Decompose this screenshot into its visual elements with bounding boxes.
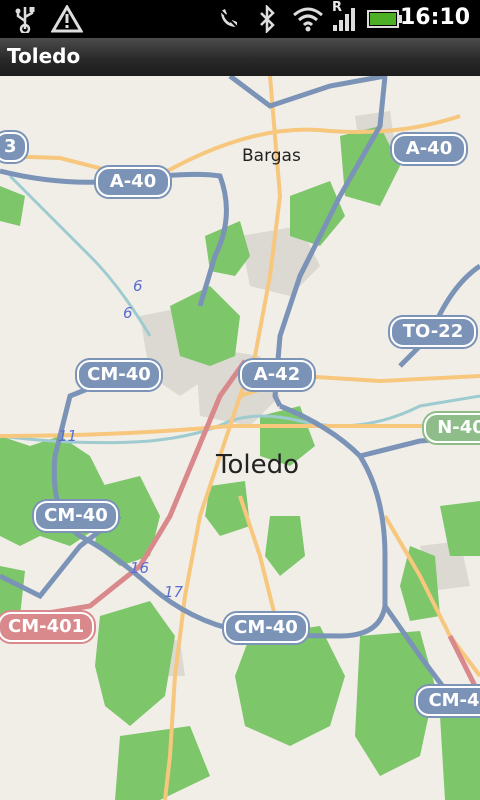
roaming-label: R — [332, 0, 343, 15]
map-view[interactable]: Bargas Toledo 3 A-40 A-40 TO-22 CM-40 A-… — [0, 76, 480, 800]
usb-icon — [10, 4, 40, 34]
page-title: Toledo — [7, 44, 81, 68]
road-shield-cm4: CM-4 — [416, 686, 480, 716]
road-shield-a42: A-42 — [240, 360, 314, 390]
clock: 16:10 — [399, 5, 470, 30]
battery-icon — [366, 4, 404, 34]
title-bar: Toledo — [0, 38, 480, 76]
road-number: 11 — [58, 427, 78, 445]
road-shield-a40: A-40 — [392, 134, 466, 164]
road-shield-cm40: CM-40 — [224, 613, 308, 643]
road-shield-n40: N-40 — [424, 413, 480, 443]
road-number: 16 — [130, 559, 150, 577]
road-number: 17 — [164, 583, 184, 601]
roaming-signal-icon: R — [330, 0, 360, 34]
road-shield-edge: 3 — [0, 132, 27, 162]
road-number: 6 — [123, 304, 133, 322]
mute-icon — [216, 4, 242, 34]
warning-icon — [50, 4, 84, 34]
status-bar: R 16:10 — [0, 0, 480, 38]
place-label-bargas: Bargas — [242, 146, 301, 166]
road-number: 6 — [133, 277, 143, 295]
road-shield-cm401: CM-401 — [0, 612, 94, 642]
road-shield-a40: A-40 — [96, 167, 170, 197]
road-shield-cm40: CM-40 — [34, 501, 118, 531]
road-shield-cm40: CM-40 — [77, 360, 161, 390]
bluetooth-icon — [256, 4, 278, 34]
road-shield-to22: TO-22 — [390, 317, 476, 347]
place-label-toledo: Toledo — [216, 450, 300, 480]
wifi-icon — [290, 4, 326, 34]
